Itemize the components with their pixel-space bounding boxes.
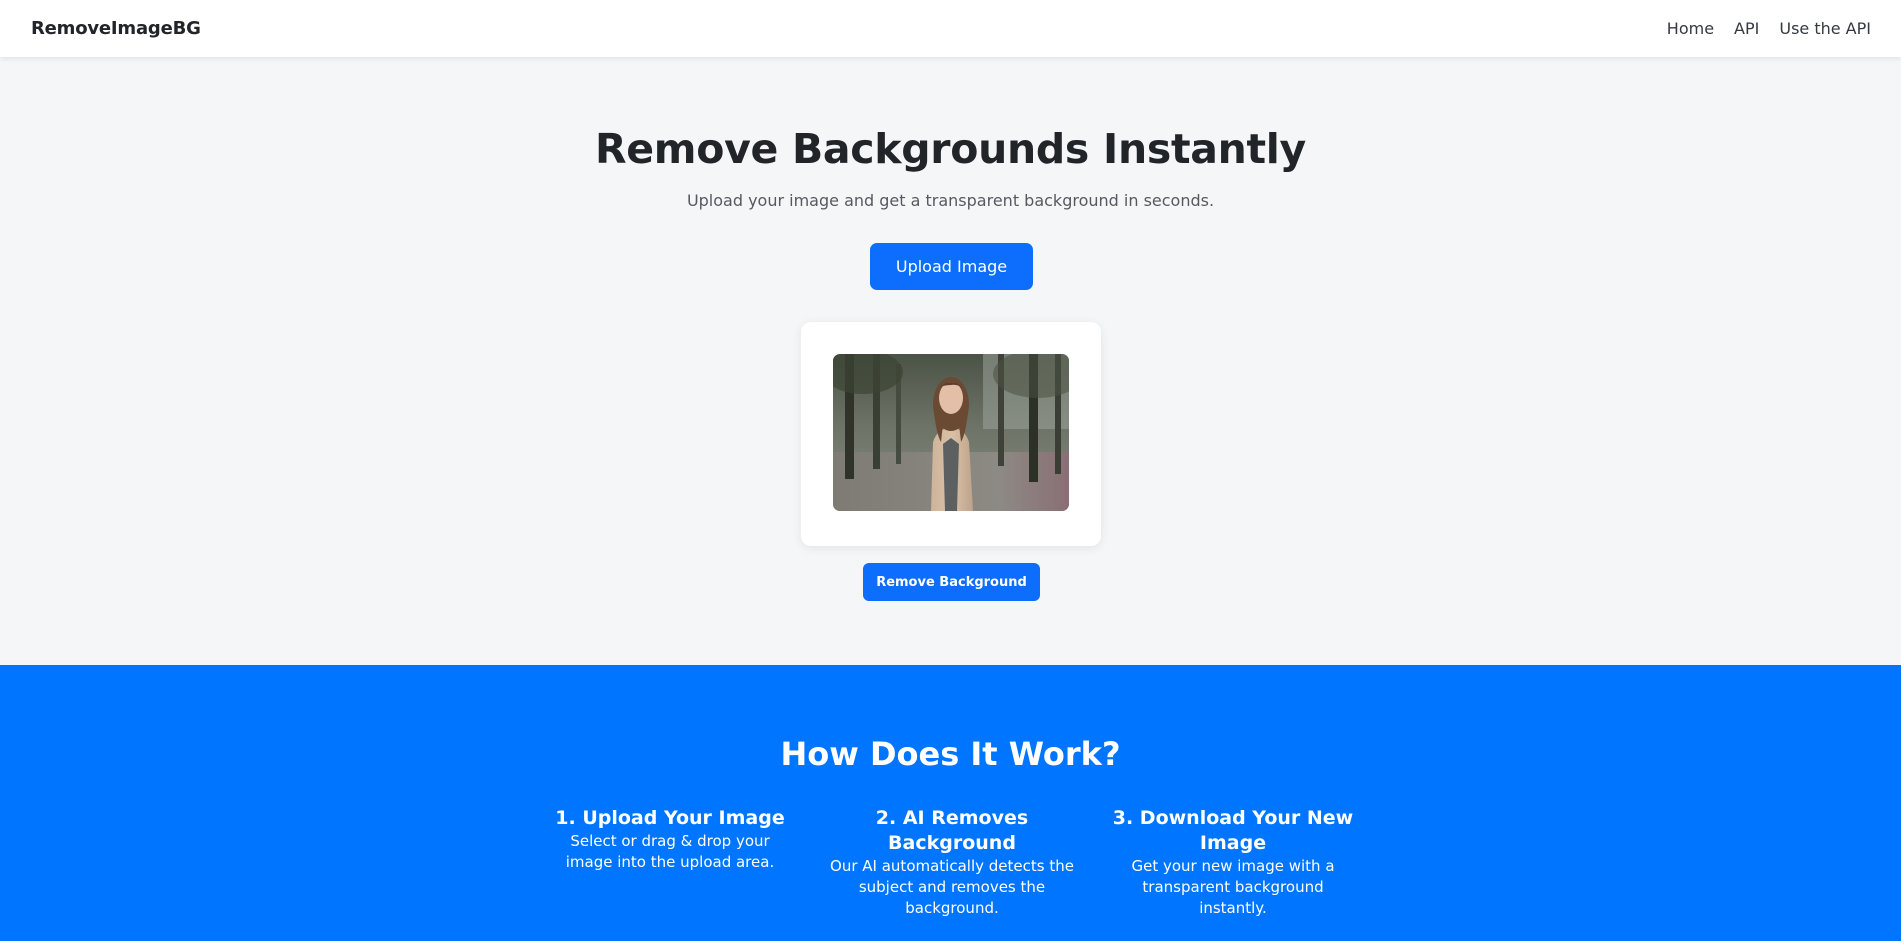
hero-title: Remove Backgrounds Instantly	[595, 125, 1306, 173]
hero-section: Remove Backgrounds Instantly Upload your…	[0, 57, 1901, 665]
upload-image-button[interactable]: Upload Image	[870, 243, 1033, 290]
nav-link-home[interactable]: Home	[1667, 19, 1714, 38]
step-ai-removes: 2. AI Removes Background Our AI automati…	[827, 806, 1077, 919]
step-text: Our AI automatically detects the subject…	[830, 857, 1074, 917]
step-title: 2. AI Removes Background	[875, 807, 1029, 854]
step-upload: 1. Upload Your Image Select or drag & dr…	[545, 806, 795, 873]
image-preview-card	[801, 322, 1101, 546]
navbar: RemoveImageBG Home API Use the API	[0, 0, 1901, 57]
how-it-works-section: How Does It Work? 1. Upload Your Image S…	[0, 665, 1901, 941]
brand-logo[interactable]: RemoveImageBG	[31, 18, 201, 39]
nav-link-api[interactable]: API	[1734, 19, 1759, 38]
how-it-works-title: How Does It Work?	[780, 735, 1121, 773]
hero-subtitle: Upload your image and get a transparent …	[686, 191, 1215, 210]
preview-image	[833, 354, 1069, 511]
step-title: 3. Download Your New Image	[1112, 807, 1354, 854]
nav-links: Home API Use the API	[1667, 19, 1871, 38]
nav-link-use-api[interactable]: Use the API	[1779, 19, 1871, 38]
step-title: 1. Upload Your Image	[555, 807, 785, 829]
step-text: Select or drag & drop your image into th…	[565, 832, 775, 871]
step-download: 3. Download Your New Image Get your new …	[1108, 806, 1358, 919]
step-text: Get your new image with a transparent ba…	[1131, 857, 1335, 917]
remove-background-button[interactable]: Remove Background	[863, 563, 1040, 601]
